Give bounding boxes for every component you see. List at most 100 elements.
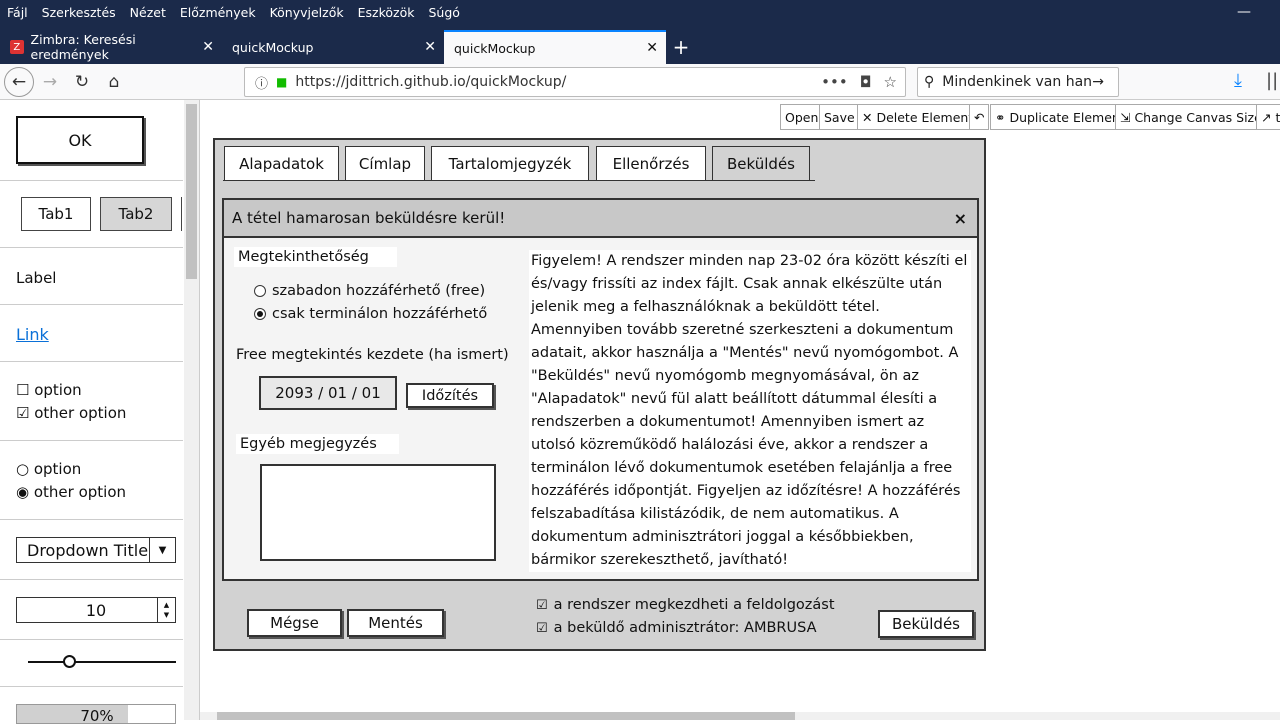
menu-tools[interactable]: Eszközök — [351, 5, 422, 20]
palette-ok-button[interactable]: OK — [16, 116, 144, 164]
browser-tab-label: quickMockup — [232, 39, 314, 55]
forward-button[interactable]: → — [34, 67, 66, 97]
search-icon: ⚲ — [924, 74, 935, 90]
notes-label: Egyéb megjegyzés — [236, 434, 399, 454]
divider — [0, 686, 183, 687]
more-toolbar-button[interactable]: ↗ t — [1256, 104, 1280, 130]
checkbox-checked-icon[interactable]: ☑ — [536, 598, 548, 613]
radio-free[interactable]: szabadon hozzáférhető (free) — [254, 283, 485, 299]
notes-textarea[interactable] — [260, 464, 496, 561]
checkbox-checked-icon[interactable]: ☑ — [536, 621, 548, 636]
search-input[interactable]: Mindenkinek van hangj — [942, 74, 1092, 90]
palette-checkbox-other-option[interactable]: ☑ other option — [16, 404, 126, 422]
browser-tab-quickmockup-1[interactable]: quickMockup ✕ — [222, 30, 444, 64]
undo-button[interactable]: ↶ — [969, 104, 990, 130]
palette-radio-other-option[interactable]: ◉ other option — [16, 483, 126, 501]
close-tab-icon[interactable]: ✕ — [202, 39, 214, 55]
palette-tab2[interactable]: Tab2 — [100, 197, 172, 231]
stepper-up-icon[interactable]: ▲ — [164, 600, 169, 610]
palette-radio-option[interactable]: ○ option — [16, 460, 81, 478]
close-icon[interactable]: × — [954, 209, 967, 228]
download-icon[interactable]: ⤓ — [1234, 70, 1242, 91]
minimize-button[interactable]: — — [1230, 4, 1258, 20]
palette-link[interactable]: Link — [16, 325, 49, 344]
stepper-down-icon[interactable]: ▼ — [164, 610, 169, 620]
radio-circle-icon[interactable] — [254, 285, 266, 297]
palette-checkbox-option[interactable]: ☐ option — [16, 381, 82, 399]
tab-tartalomjegyzek[interactable]: Tartalomjegyzék — [431, 146, 589, 181]
menu-bar: Fájl Szerkesztés Nézet Előzmények Könyvj… — [0, 0, 1280, 24]
search-go-icon[interactable]: → — [1092, 74, 1104, 90]
scrollbar-thumb[interactable] — [217, 712, 795, 720]
search-box[interactable]: ⚲ Mindenkinek van hangj → — [917, 67, 1119, 97]
close-tab-icon[interactable]: ✕ — [424, 39, 436, 55]
schedule-button[interactable]: Időzítés — [406, 383, 494, 408]
divider — [0, 639, 183, 640]
reload-button[interactable]: ↻ — [66, 67, 98, 97]
check-processing[interactable]: ☑ a rendszer megkezdheti a feldolgozást — [536, 597, 835, 613]
divider — [0, 440, 183, 441]
new-tab-button[interactable]: + — [666, 30, 696, 64]
back-button[interactable]: ← — [4, 66, 34, 97]
menu-help[interactable]: Súgó — [421, 5, 466, 20]
radio-selected-icon[interactable] — [254, 308, 266, 320]
check-processing-label: a rendszer megkezdheti a feldolgozást — [553, 597, 835, 613]
divider — [0, 361, 183, 362]
date-input[interactable]: 2093 / 01 / 01 — [259, 376, 397, 410]
divider — [0, 180, 183, 181]
submit-button[interactable]: Beküldés — [878, 610, 974, 638]
save-button[interactable]: Save — [819, 104, 860, 130]
zimbra-favicon-icon: Z — [10, 40, 24, 54]
change-canvas-size-button[interactable]: ⇲ Change Canvas Size — [1115, 104, 1267, 130]
stepper-value: 10 — [85, 600, 107, 620]
palette-dropdown[interactable]: Dropdown Title ▼ — [16, 537, 176, 563]
radio-terminal[interactable]: csak terminálon hozzáférhető — [254, 306, 487, 322]
dropdown-title: Dropdown Title — [27, 540, 149, 560]
pocket-icon[interactable]: ◘ — [860, 73, 872, 91]
browser-tab-zimbra[interactable]: Z Zimbra: Keresési eredmények ✕ — [0, 30, 222, 64]
open-button[interactable]: Open — [780, 104, 824, 130]
info-icon[interactable]: ⓘ — [255, 73, 268, 92]
palette-slider[interactable] — [28, 655, 176, 668]
horizontal-scrollbar[interactable] — [200, 712, 1280, 720]
menu-edit[interactable]: Szerkesztés — [35, 5, 123, 20]
sidebar-scrollbar[interactable] — [184, 100, 199, 720]
scrollbar-thumb[interactable] — [186, 104, 197, 279]
bookmark-star-icon[interactable]: ☆ — [884, 73, 897, 91]
menu-history[interactable]: Előzmények — [173, 5, 263, 20]
free-start-label: Free megtekintés kezdete (ha ismert) — [236, 347, 509, 363]
home-button[interactable]: ⌂ — [98, 67, 130, 97]
palette-tab1[interactable]: Tab1 — [21, 197, 91, 231]
submit-dialog: A tétel hamarosan beküldésre kerül! × Me… — [222, 198, 979, 581]
tab-bekuldes[interactable]: Beküldés — [712, 146, 810, 181]
tab-alapadatok[interactable]: Alapadatok — [224, 146, 339, 181]
delete-element-button[interactable]: ✕ Delete Element — [857, 104, 979, 130]
url-text[interactable]: https://jdittrich.github.io/quickMockup/ — [295, 74, 566, 90]
menu-bookmarks[interactable]: Könyvjelzők — [263, 5, 351, 20]
browser-tab-quickmockup-2[interactable]: quickMockup ✕ — [444, 30, 666, 64]
menu-file[interactable]: Fájl — [0, 5, 35, 20]
save-draft-button[interactable]: Mentés — [347, 609, 444, 637]
visibility-panel: Megtekinthetőség szabadon hozzáférhető (… — [224, 240, 529, 580]
tab-ellenorzes[interactable]: Ellenőrzés — [596, 146, 706, 181]
menu-view[interactable]: Nézet — [123, 5, 173, 20]
library-icon[interactable]: |||\ — [1266, 70, 1280, 91]
page-actions-icon[interactable]: ••• — [821, 73, 848, 91]
divider — [0, 579, 183, 580]
tab-underline — [223, 180, 815, 181]
browser-tab-bar: Z Zimbra: Keresési eredmények ✕ quickMoc… — [0, 24, 1280, 64]
tab-cimlap[interactable]: Címlap — [345, 146, 425, 181]
browser-tab-label: Zimbra: Keresési eredmények — [30, 32, 136, 62]
palette-label[interactable]: Label — [16, 269, 56, 287]
cancel-button[interactable]: Mégse — [247, 609, 342, 637]
duplicate-element-button[interactable]: ⚭ Duplicate Element — [990, 104, 1130, 130]
slider-knob[interactable] — [63, 655, 77, 668]
divider — [0, 519, 183, 520]
close-tab-icon[interactable]: ✕ — [646, 40, 658, 56]
check-admin[interactable]: ☑ a beküldő adminisztrátor: AMBRUSA — [536, 620, 817, 636]
stepper-buttons[interactable]: ▲ ▼ — [157, 598, 175, 622]
palette-number-stepper[interactable]: 10 ▲ ▼ — [16, 597, 176, 623]
visibility-title: Megtekinthetőség — [234, 247, 397, 267]
url-bar[interactable]: ⓘ ■ https://jdittrich.github.io/quickMoc… — [244, 67, 906, 97]
chevron-down-icon[interactable]: ▼ — [149, 538, 175, 562]
